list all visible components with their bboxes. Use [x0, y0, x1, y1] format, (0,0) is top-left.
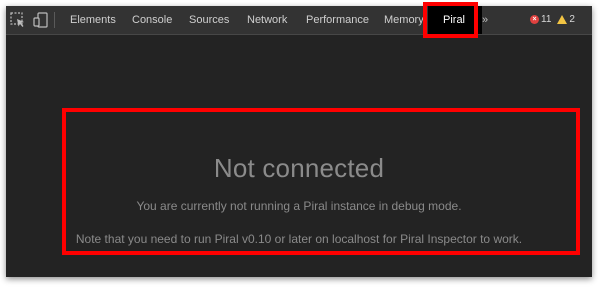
warning-icon — [557, 14, 568, 24]
element-picker-icon[interactable] — [9, 11, 27, 29]
tab-elements[interactable]: Elements — [70, 6, 116, 34]
tab-performance[interactable]: Performance — [306, 6, 369, 34]
error-icon: × — [530, 14, 539, 24]
tab-console[interactable]: Console — [132, 6, 172, 34]
piral-tab-highlight-box — [423, 2, 478, 38]
device-toggle-icon[interactable] — [32, 11, 50, 29]
more-tabs-button[interactable]: » — [482, 6, 488, 34]
console-status[interactable]: × 11 2 — [530, 6, 575, 34]
toolbar-divider — [54, 12, 55, 28]
tab-memory[interactable]: Memory — [384, 6, 424, 34]
warning-count: 2 — [569, 14, 575, 25]
tab-network[interactable]: Network — [247, 6, 287, 34]
panel-content-highlight-box — [62, 108, 580, 255]
error-count: 11 — [541, 14, 552, 25]
devtools-tab-bar: Elements Console Sources Network Perform… — [6, 6, 592, 35]
tab-sources[interactable]: Sources — [189, 6, 229, 34]
